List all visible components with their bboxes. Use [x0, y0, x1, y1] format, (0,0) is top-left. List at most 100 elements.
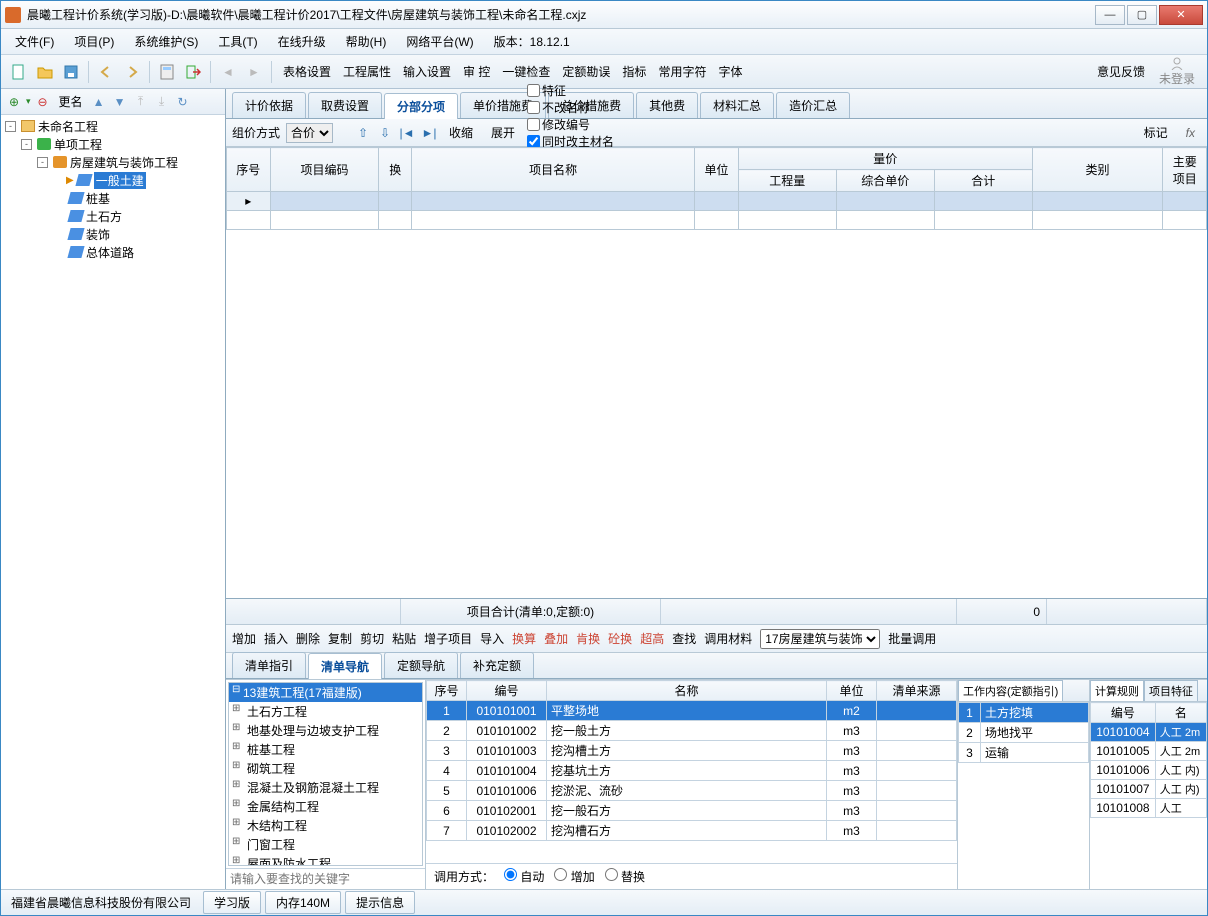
- toolbar-text-button[interactable]: 常用字符: [652, 62, 712, 82]
- category-item[interactable]: 土石方工程: [229, 702, 422, 721]
- action-button[interactable]: 砼换: [608, 630, 632, 647]
- tree-node[interactable]: 土石方: [1, 207, 225, 225]
- list-row[interactable]: 7010102002挖沟槽石方m3: [427, 821, 957, 841]
- action-button[interactable]: 换算: [512, 630, 536, 647]
- bottom-tab[interactable]: 清单导航: [308, 653, 382, 679]
- category-item[interactable]: 砌筑工程: [229, 759, 422, 778]
- outdent-icon[interactable]: ⤒: [132, 93, 150, 111]
- rule-row[interactable]: 10101004人工 2m: [1091, 723, 1207, 742]
- action-button[interactable]: 插入: [264, 630, 288, 647]
- batch-button[interactable]: 批量调用: [888, 630, 936, 647]
- category-item[interactable]: 屋面及防水工程: [229, 854, 422, 866]
- main-tab[interactable]: 取费设置: [308, 92, 382, 118]
- bottom-tab[interactable]: 补充定额: [460, 652, 534, 678]
- redo-icon[interactable]: [120, 60, 144, 84]
- tree-node[interactable]: -未命名工程: [1, 117, 225, 135]
- category-item[interactable]: 混凝土及钢筋混凝土工程: [229, 778, 422, 797]
- remove-icon[interactable]: ⊖: [34, 93, 52, 111]
- action-button[interactable]: 调用材料: [704, 630, 752, 647]
- toolbar-text-button[interactable]: 定额勘误: [556, 62, 616, 82]
- main-tab[interactable]: 其他费: [636, 92, 698, 118]
- menu-item[interactable]: 版本：18.12.1: [486, 30, 578, 53]
- action-button[interactable]: 剪切: [360, 630, 384, 647]
- toolbar-text-button[interactable]: 表格设置: [277, 62, 337, 82]
- action-button[interactable]: 删除: [296, 630, 320, 647]
- work-row[interactable]: 1土方挖填: [959, 703, 1089, 723]
- search-input[interactable]: [226, 869, 425, 889]
- toolbar-text-button[interactable]: 字体: [712, 62, 748, 82]
- list-row[interactable]: 2010101002挖一般土方m3: [427, 721, 957, 741]
- calculator-icon[interactable]: [155, 60, 179, 84]
- bottom-tab[interactable]: 清单指引: [232, 652, 306, 678]
- main-tab[interactable]: 造价汇总: [776, 92, 850, 118]
- list-grid[interactable]: 序号编号名称单位清单来源1010101001平整场地m22010101002挖一…: [426, 680, 957, 841]
- indent-icon[interactable]: ⤓: [153, 93, 171, 111]
- material-select[interactable]: 17房屋建筑与装饰: [760, 629, 880, 649]
- tab-work-content[interactable]: 工作内容(定额指引): [958, 680, 1063, 701]
- action-button[interactable]: 粘贴: [392, 630, 416, 647]
- rule-row[interactable]: 10101005人工 2m: [1091, 742, 1207, 761]
- rename-button[interactable]: 更名: [55, 93, 87, 110]
- list-row[interactable]: 3010101003挖沟槽土方m3: [427, 741, 957, 761]
- rule-tab[interactable]: 计算规则: [1090, 680, 1144, 701]
- category-root[interactable]: 13建筑工程(17福建版): [229, 683, 422, 702]
- action-button[interactable]: 叠加: [544, 630, 568, 647]
- fx-icon[interactable]: fx: [1180, 126, 1201, 140]
- work-content-grid[interactable]: 1土方挖填2场地找平3运输: [958, 702, 1089, 763]
- action-button[interactable]: 增加: [232, 630, 256, 647]
- action-button[interactable]: 肯换: [576, 630, 600, 647]
- list-row[interactable]: 1010101001平整场地m2: [427, 701, 957, 721]
- category-item[interactable]: 门窗工程: [229, 835, 422, 854]
- minimize-button[interactable]: —: [1095, 5, 1125, 25]
- arrow-left-icon[interactable]: ◄: [216, 60, 240, 84]
- tree-node[interactable]: -单项工程: [1, 135, 225, 153]
- main-tab[interactable]: 材料汇总: [700, 92, 774, 118]
- rule-row[interactable]: 10101008人工: [1091, 799, 1207, 818]
- maximize-button[interactable]: ▢: [1127, 5, 1157, 25]
- tree-node[interactable]: ▶一般土建: [1, 171, 225, 189]
- save-icon[interactable]: [59, 60, 83, 84]
- nav-first-icon[interactable]: |◄: [399, 125, 415, 141]
- category-item[interactable]: 地基处理与边坡支护工程: [229, 721, 422, 740]
- toolbar-text-button[interactable]: 工程属性: [337, 62, 397, 82]
- toolbar-text-button[interactable]: 输入设置: [397, 62, 457, 82]
- work-row[interactable]: 3运输: [959, 743, 1089, 763]
- user-status[interactable]: 未登录: [1153, 56, 1201, 87]
- category-item[interactable]: 木结构工程: [229, 816, 422, 835]
- rule-tab[interactable]: 项目特征: [1144, 680, 1198, 701]
- action-button[interactable]: 查找: [672, 630, 696, 647]
- option-checkbox[interactable]: 特征: [527, 82, 638, 99]
- toolbar-text-button[interactable]: 指标: [616, 62, 652, 82]
- menu-item[interactable]: 文件(F): [7, 30, 62, 53]
- menu-item[interactable]: 帮助(H): [338, 30, 395, 53]
- category-item[interactable]: 桩基工程: [229, 740, 422, 759]
- option-checkbox[interactable]: 修改编号: [527, 116, 638, 133]
- rule-row[interactable]: 10101007人工 内): [1091, 780, 1207, 799]
- new-icon[interactable]: [7, 60, 31, 84]
- menu-item[interactable]: 在线升级: [270, 30, 334, 53]
- bottom-tab[interactable]: 定额导航: [384, 652, 458, 678]
- list-row[interactable]: 4010101004挖基坑土方m3: [427, 761, 957, 781]
- add-icon[interactable]: ⊕: [5, 93, 23, 111]
- main-grid[interactable]: 序号 项目编码 换 项目名称 单位 量价 类别 主要项目 工程量 综合单价 合计: [226, 147, 1207, 599]
- work-row[interactable]: 2场地找平: [959, 723, 1089, 743]
- rule-row[interactable]: 10101006人工 内): [1091, 761, 1207, 780]
- nav-last-icon[interactable]: ►|: [421, 125, 437, 141]
- expand-button[interactable]: 展开: [485, 121, 521, 144]
- nav-down-icon[interactable]: ⇩: [377, 125, 393, 141]
- move-down-icon[interactable]: ▼: [111, 93, 129, 111]
- main-tab[interactable]: 计价依据: [232, 92, 306, 118]
- tree-node[interactable]: 装饰: [1, 225, 225, 243]
- table-row[interactable]: ▸: [227, 192, 1207, 211]
- tree-node[interactable]: 桩基: [1, 189, 225, 207]
- call-mode-radio[interactable]: 自动: [504, 870, 544, 884]
- action-button[interactable]: 超高: [640, 630, 664, 647]
- menu-item[interactable]: 工具(T): [210, 30, 265, 53]
- call-mode-radio[interactable]: 替换: [605, 870, 645, 884]
- exit-icon[interactable]: [181, 60, 205, 84]
- collapse-button[interactable]: 收缩: [443, 121, 479, 144]
- category-tree[interactable]: 13建筑工程(17福建版)土石方工程地基处理与边坡支护工程桩基工程砌筑工程混凝土…: [228, 682, 423, 866]
- tree-node[interactable]: 总体道路: [1, 243, 225, 261]
- toolbar-text-button[interactable]: 审 控: [457, 62, 496, 82]
- action-button[interactable]: 复制: [328, 630, 352, 647]
